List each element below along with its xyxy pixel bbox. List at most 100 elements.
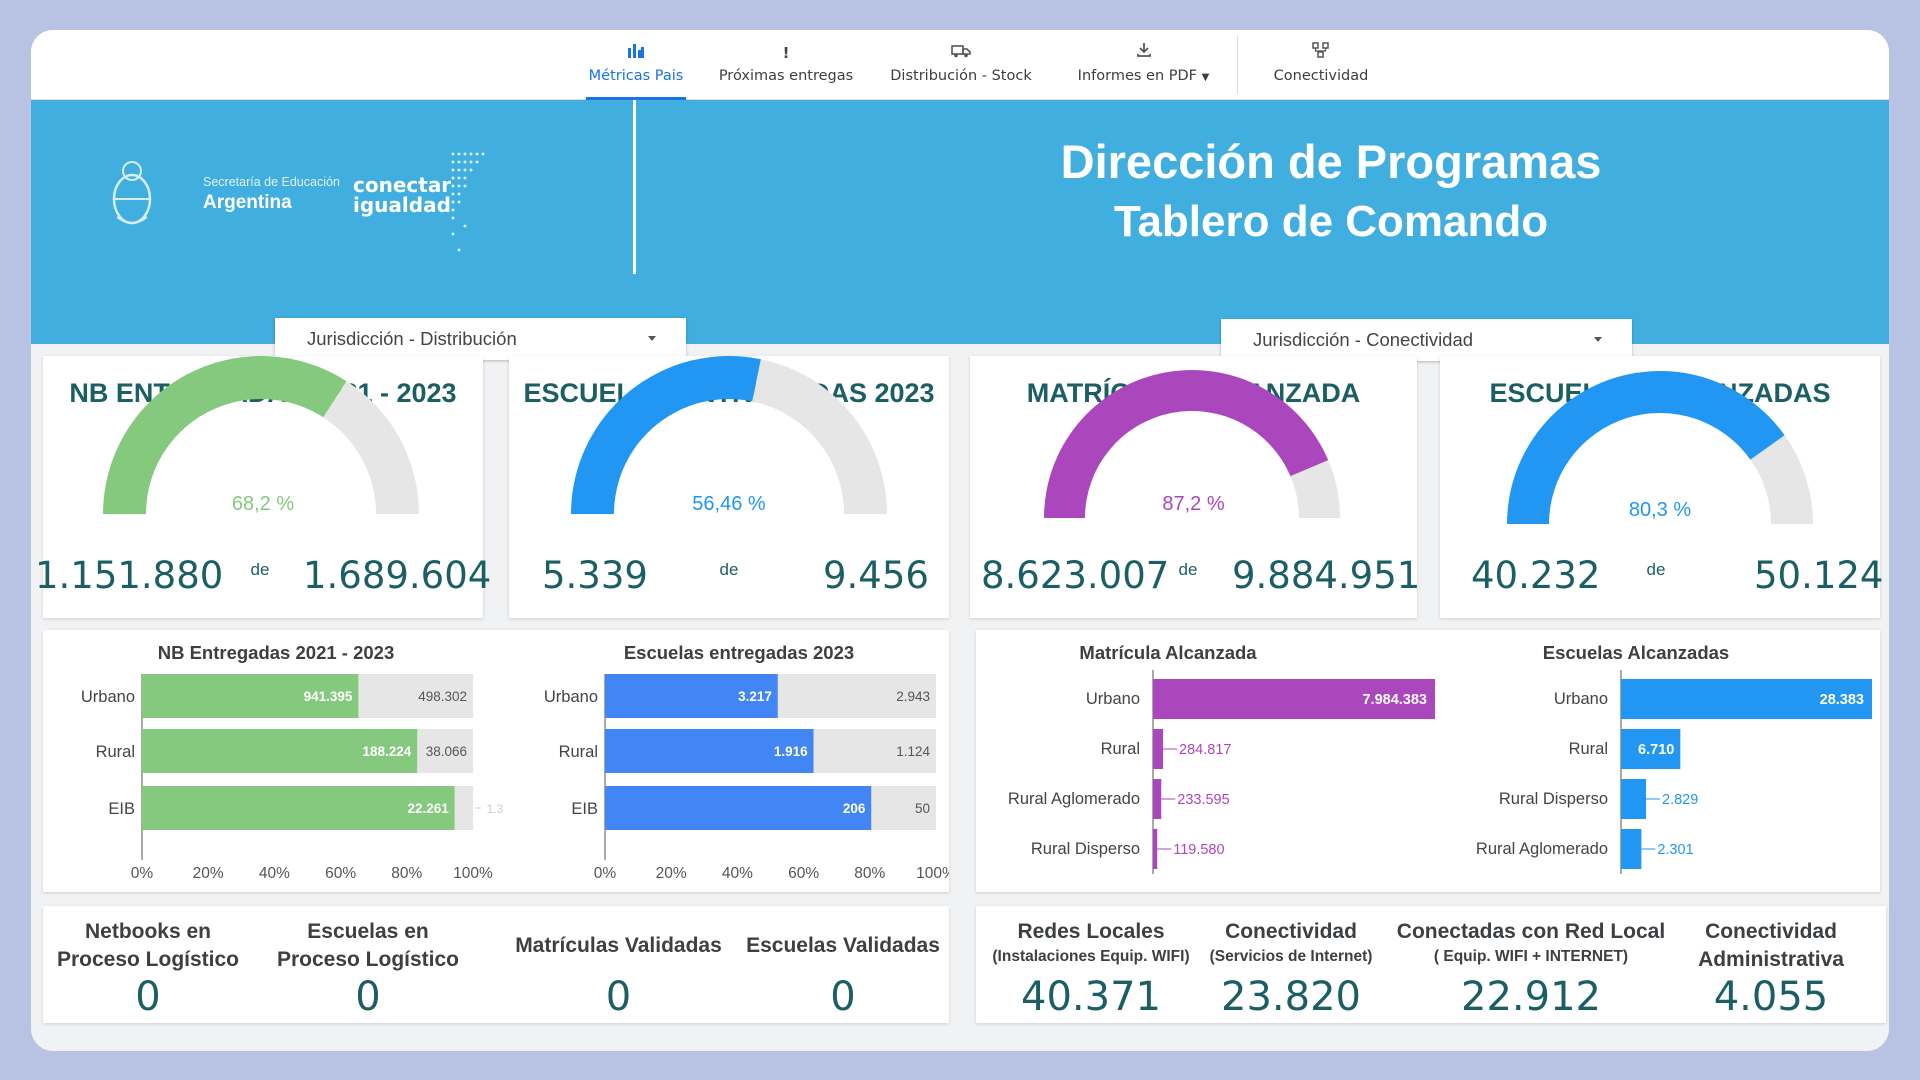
data-label: 1.124: [896, 744, 930, 759]
data-label: 1.916: [774, 744, 808, 759]
gauge-track: [752, 359, 887, 514]
x-tick-label: 100%: [916, 865, 949, 882]
stat-value: 23.820: [1221, 974, 1361, 1020]
gauge-percent: 56,46 %: [692, 493, 766, 515]
category-label: Rural: [559, 743, 598, 761]
bar-segment: [605, 786, 872, 830]
gauge-card-escuelas-alcanzadas: ESCUELAS ALCANZADAS 80,3 % 40.232 de 50.…: [1440, 356, 1884, 618]
download-icon: [1061, 42, 1226, 64]
caret-down-icon: [1594, 337, 1602, 342]
gauge-card-matricula-alcanzada: MATRÍCULA ALCANZADA 87,2 % 8.623.007 de …: [970, 356, 1421, 618]
category-label: Urbano: [1554, 690, 1608, 708]
logo-argentina-text: Argentina: [203, 192, 292, 213]
bar-chart-icon: [586, 42, 686, 64]
data-label: 7.984.383: [1362, 692, 1427, 708]
x-tick-label: 60%: [788, 865, 819, 882]
gauge-total-value: 1.689.604: [303, 554, 492, 597]
stat-redes-locales: Redes Locales (Instalaciones Equip. WIFI…: [986, 918, 1196, 1020]
stat-value: 0: [605, 974, 632, 1020]
stat-value: 4.055: [1713, 974, 1829, 1020]
category-label: Rural Disperso: [1031, 840, 1140, 858]
data-label: 22.261: [407, 801, 449, 816]
jurisdiccion-distribucion-dropdown[interactable]: Jurisdicción - Distribución: [275, 318, 686, 360]
data-label: 2.943: [896, 689, 930, 704]
gauge-current-value: 5.339: [542, 554, 648, 597]
gauge-total-value: 9.456: [823, 554, 929, 597]
bar-segment: [454, 786, 473, 830]
dropdown-value: Jurisdicción - Conectividad: [1253, 329, 1474, 350]
data-label: 50: [915, 801, 930, 816]
top-navigation: Métricas Pais ! Próximas entregas Distri…: [31, 30, 1889, 100]
data-label: 3.217: [738, 689, 772, 704]
data-label: 28.383: [1820, 692, 1864, 708]
stat-value: 0: [135, 974, 161, 1020]
gauge-current-value: 8.623.007: [981, 554, 1170, 597]
tab-metricas-pais[interactable]: Métricas Pais: [586, 42, 686, 100]
caret-down-icon: ▼: [1201, 72, 1210, 83]
stat-sublabel: (Instalaciones Equip. WIFI): [992, 948, 1190, 965]
tab-label: Próximas entregas: [718, 68, 854, 84]
alcanzadas-charts-card: Matrícula Alcanzada Escuelas Alcanzadas …: [976, 630, 1880, 892]
bar: [1153, 729, 1164, 769]
gauge-card-nb-entregadas: NB ENTREGADAS 2021 - 2023 68,2 % 1.151.8…: [35, 356, 491, 618]
stat-label: Netbooks en: [84, 920, 212, 943]
data-label: 119.580: [1173, 842, 1224, 858]
stat-value: 40.371: [1021, 974, 1161, 1020]
tab-conectividad[interactable]: Conectividad: [1256, 42, 1386, 100]
gauge-percent: 80,3 %: [1628, 499, 1692, 521]
exclamation-icon: !: [782, 44, 790, 62]
category-label: Rural Disperso: [1499, 790, 1608, 808]
data-label: 206: [843, 801, 866, 816]
gauge-total-value: 50.124: [1754, 554, 1884, 597]
entregas-charts-card: NB Entregadas 2021 - 2023 Escuelas entre…: [43, 630, 949, 892]
data-label: 2.829: [1662, 792, 1698, 808]
entregas-bar-charts: 0% 20% 40% 60% 80% 100% Urbano 941.395 498.302 Ru…: [81, 674, 949, 882]
gauge-de-label: de: [719, 560, 739, 579]
jurisdiccion-conectividad-dropdown[interactable]: Jurisdicción - Conectividad: [1221, 319, 1632, 361]
tab-informes-pdf[interactable]: Informes en PDF ▼: [1061, 42, 1226, 100]
stat-label: Proceso Logístico: [276, 948, 460, 971]
category-label: Urbano: [1086, 690, 1140, 708]
stat-label: Matrículas Validadas: [515, 934, 722, 957]
x-tick-label: 40%: [722, 865, 753, 882]
stat-escuelas-proceso: Escuelas en Proceso Logístico 0: [263, 918, 473, 1020]
x-tick-label: 0%: [594, 865, 617, 882]
bar: [1153, 829, 1158, 869]
stat-value: 0: [355, 974, 381, 1020]
stat-label: Conectividad: [1705, 920, 1837, 943]
stat-value: 22.912: [1461, 974, 1601, 1020]
dashboard-window: Métricas Pais ! Próximas entregas Distri…: [31, 30, 1889, 1051]
x-tick-label: 20%: [193, 865, 224, 882]
category-label: Urbano: [544, 688, 598, 706]
tab-label: Distribución - Stock: [890, 68, 1032, 84]
tab-distribucion-stock[interactable]: Distribución - Stock: [881, 42, 1041, 100]
category-label: Urbano: [81, 688, 135, 706]
stat-label: Conectividad: [1225, 920, 1357, 943]
stat-label: Proceso Logístico: [56, 948, 240, 971]
x-tick-label: 0%: [131, 865, 154, 882]
conectar-logo-text: conectar: [353, 173, 452, 197]
data-label: 498.302: [418, 689, 467, 704]
tab-label: Conectividad: [1273, 68, 1369, 84]
data-label: 188.224: [363, 744, 412, 759]
tab-proximas-entregas[interactable]: ! Próximas entregas: [711, 42, 861, 100]
data-label: 233.595: [1177, 792, 1229, 808]
data-label: 6.710: [1638, 742, 1674, 758]
x-tick-label: 60%: [325, 865, 356, 882]
bar: [1153, 779, 1162, 819]
nav-divider: [1237, 36, 1238, 94]
network-icon: [1256, 42, 1386, 64]
gauge-fill: [103, 356, 347, 514]
conectividad-stats-card: Redes Locales (Instalaciones Equip. WIFI…: [976, 906, 1886, 1023]
data-label: 941.395: [304, 689, 353, 704]
category-label: EIB: [108, 800, 135, 818]
gauge-fill: [571, 356, 761, 514]
category-label: Rural: [1569, 740, 1608, 758]
gauge-total-value: 9.884.951: [1232, 554, 1421, 597]
gauge-percent: 68,2 %: [231, 493, 295, 515]
secretaria-logo: Secretaría de Educación Argentina: [81, 155, 341, 255]
stat-label: Redes Locales: [1017, 920, 1165, 943]
igualdad-logo-text: igualdad: [353, 193, 451, 217]
stat-escuelas-validadas: Escuelas Validadas 0: [738, 932, 948, 1020]
logo-secretaria-text: Secretaría de Educación: [203, 175, 340, 189]
